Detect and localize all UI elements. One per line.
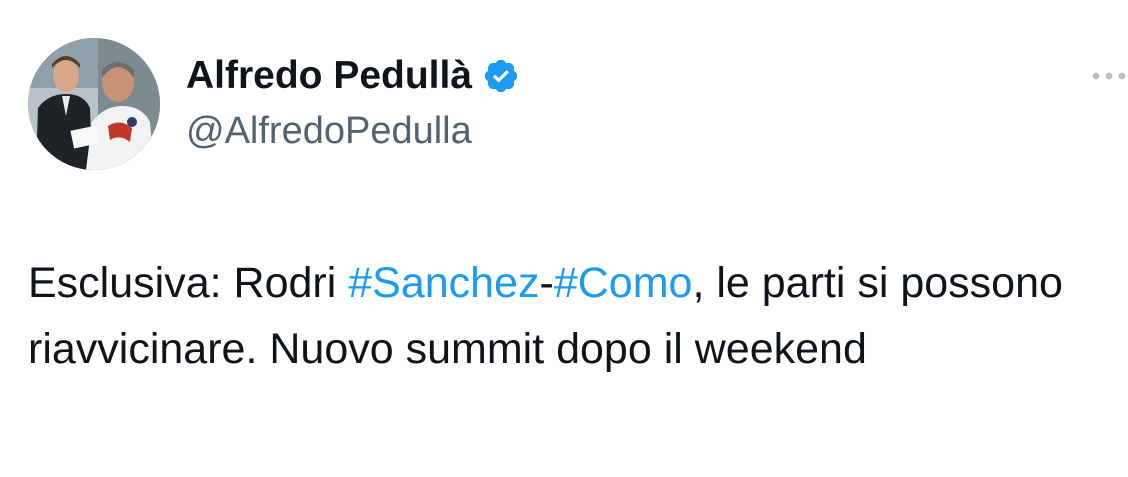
- hashtag-link[interactable]: #Sanchez: [348, 259, 539, 307]
- name-row: Alfredo Pedullà: [186, 50, 520, 102]
- more-options-icon[interactable]: [1090, 66, 1128, 86]
- verified-badge-icon: [482, 57, 520, 95]
- hashtag-link[interactable]: #Como: [554, 259, 693, 307]
- avatar[interactable]: [28, 38, 160, 170]
- author-block: Alfredo Pedullà @AlfredoPedulla: [186, 50, 520, 153]
- tweet-text-separator: -: [539, 259, 554, 307]
- tweet-text-part: Esclusiva: Rodri: [28, 259, 349, 307]
- user-handle[interactable]: @AlfredoPedulla: [186, 110, 520, 153]
- avatar-photo: [28, 38, 160, 170]
- tweet-card: Alfredo Pedullà @AlfredoPedulla Esclusiv…: [0, 0, 1128, 477]
- display-name[interactable]: Alfredo Pedullà: [186, 54, 472, 98]
- tweet-text: Esclusiva: Rodri #Sanchez-#Como, le part…: [28, 250, 1088, 382]
